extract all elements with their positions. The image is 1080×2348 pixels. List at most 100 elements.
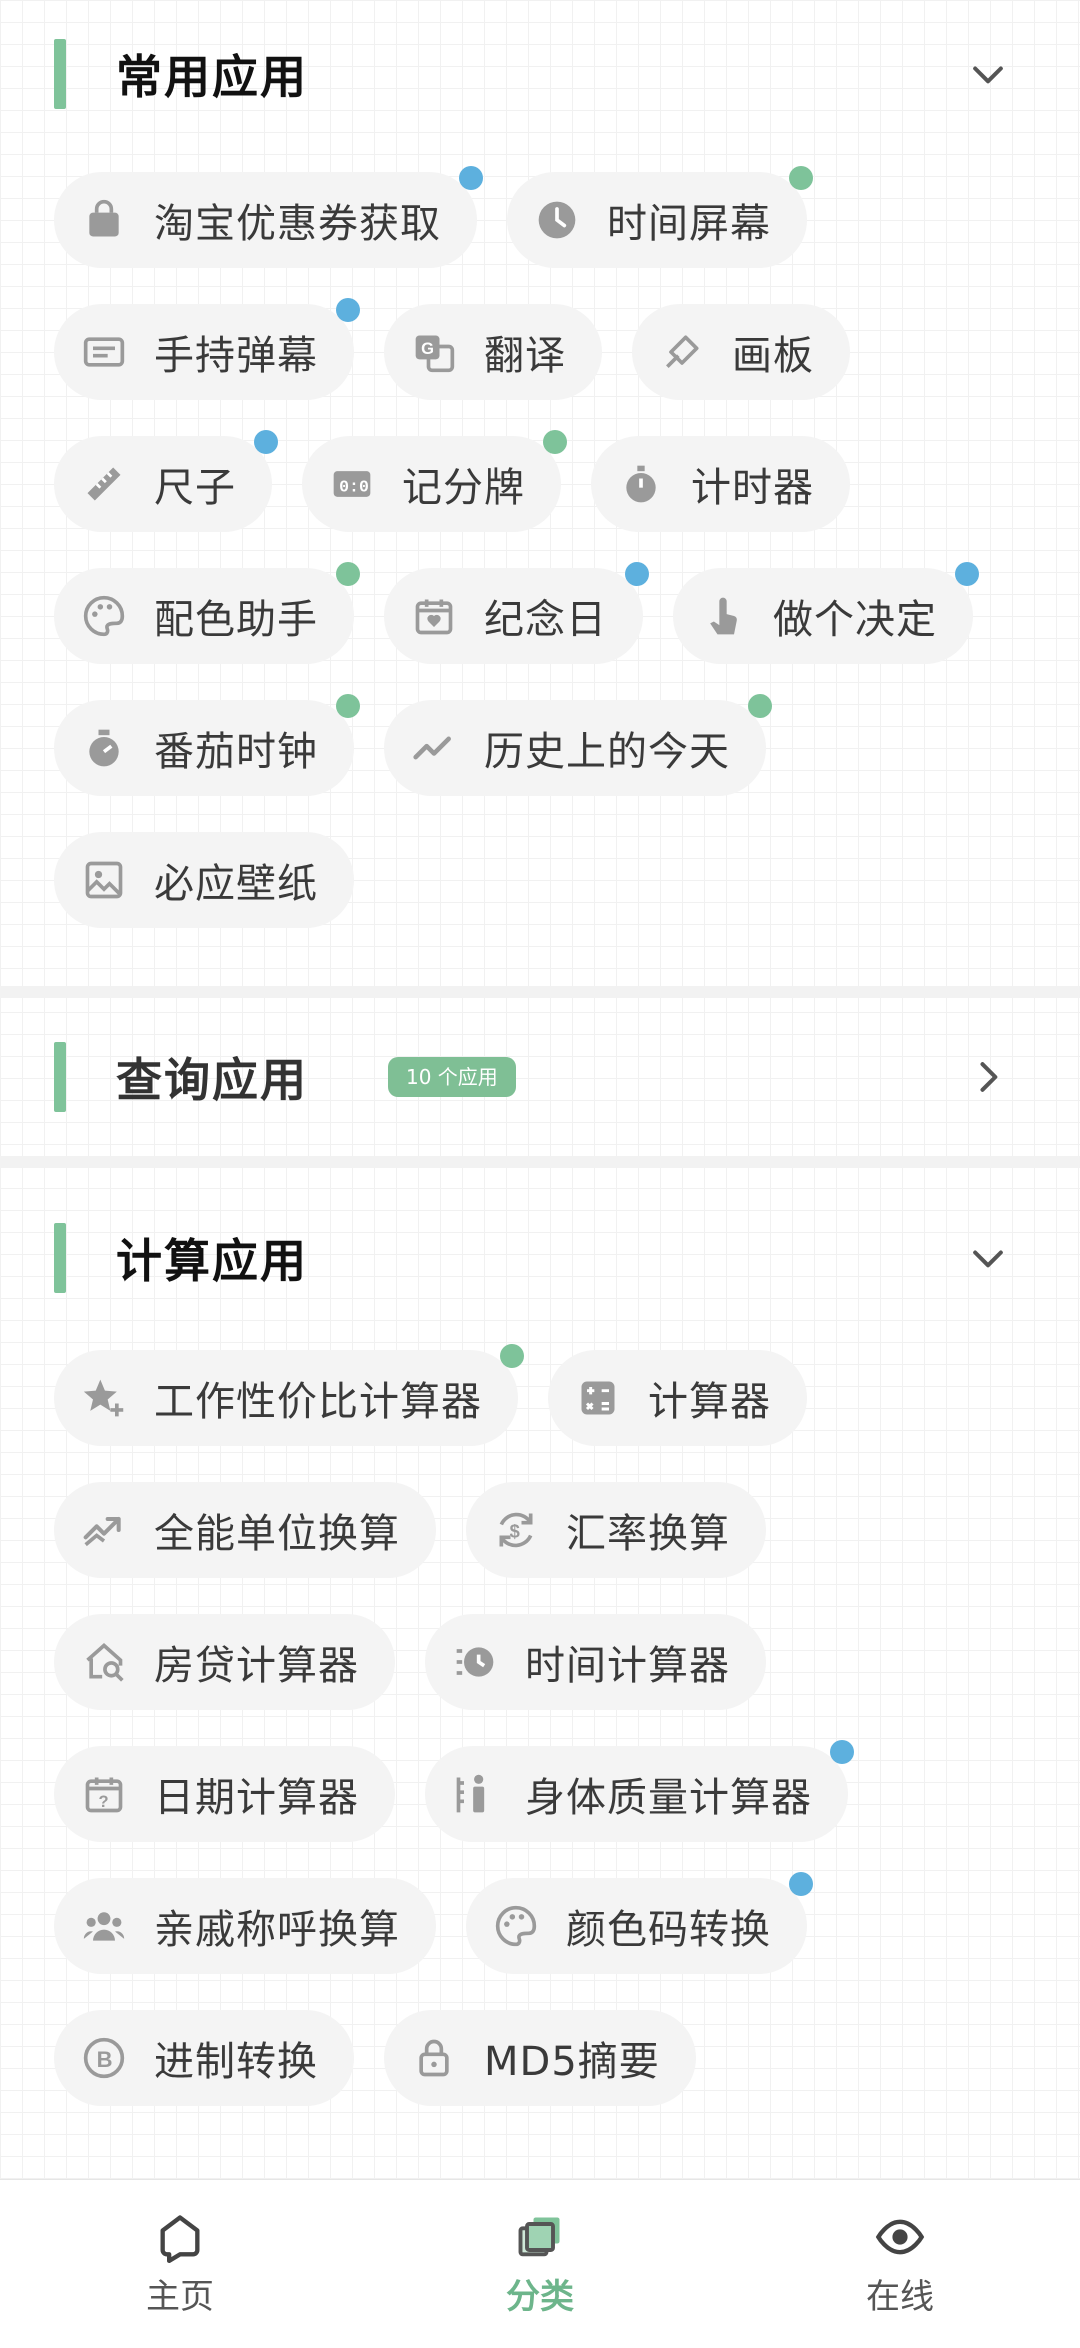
trend-icon xyxy=(413,736,451,760)
tab-online[interactable]: 在线 xyxy=(720,2180,1080,2348)
app-chip[interactable]: 计时器 xyxy=(591,436,850,532)
common-apps-section: 常用应用 淘宝优惠券获取 时间屏幕手持弹幕 G 翻译 画板尺子 0:0 记分牌 计时器配色助手… xyxy=(0,0,1080,986)
app-chip[interactable]: 做个决定 xyxy=(673,562,979,664)
query-apps-section: 查询应用 10 个应用 xyxy=(0,998,1080,1156)
app-chip[interactable]: 尺子 xyxy=(54,430,278,532)
app-chip[interactable]: B 进制转换 xyxy=(54,2010,354,2106)
palette-icon xyxy=(83,595,125,637)
common-apps-header[interactable]: 常用应用 xyxy=(0,4,1080,144)
app-chip-label: 工作性价比计算器 xyxy=(154,1379,482,1425)
chevron-down-icon[interactable] xyxy=(966,1236,1010,1280)
eye-icon xyxy=(875,2219,925,2254)
translate-icon: G xyxy=(415,335,455,373)
app-chip[interactable]: 亲戚称呼换算 xyxy=(54,1878,436,1974)
app-chip[interactable]: 必应壁纸 xyxy=(54,832,354,928)
app-chip-label: 日期计算器 xyxy=(154,1775,359,1821)
app-chip-label: 汇率换算 xyxy=(566,1511,730,1557)
app-chip[interactable]: 画板 xyxy=(632,304,850,400)
currency-exchange-icon: $ xyxy=(499,1512,533,1548)
app-chip[interactable]: 历史上的今天 xyxy=(384,694,772,796)
app-chip[interactable]: 0:0 记分牌 xyxy=(302,430,567,532)
new-indicator-dot xyxy=(748,694,772,718)
app-count-badge: 10 个应用 xyxy=(388,1057,516,1097)
app-chip-label: 时间计算器 xyxy=(525,1643,730,1689)
app-chip-label: 计时器 xyxy=(691,465,814,511)
new-indicator-dot xyxy=(459,166,483,190)
chevron-down-icon[interactable] xyxy=(966,52,1010,96)
common-apps-list: 淘宝优惠券获取 时间屏幕手持弹幕 G 翻译 画板尺子 0:0 记分牌 计时器配色助手 纪念日 做个… xyxy=(0,144,1080,986)
app-chip[interactable]: 身体质量计算器 xyxy=(425,1740,854,1842)
app-chip[interactable]: 颜色码转换 xyxy=(466,1872,813,1974)
app-chip[interactable]: 房贷计算器 xyxy=(54,1614,395,1710)
calc-apps-section: 计算应用 工作性价比计算器 计算器 全能单位换算 $ 汇率换算 房贷计算器 时间计算器? 日期… xyxy=(0,1168,1080,2106)
app-chip-label: 时间屏幕 xyxy=(607,201,771,247)
app-chip[interactable]: G 翻译 xyxy=(384,304,602,400)
new-indicator-dot xyxy=(254,430,278,454)
app-chip-label: 淘宝优惠券获取 xyxy=(154,201,441,247)
app-chip[interactable]: ? 日期计算器 xyxy=(54,1746,395,1842)
svg-text:?: ? xyxy=(99,1793,109,1811)
app-chip[interactable]: MD5摘要 xyxy=(384,2010,696,2106)
bottom-tab-bar: 主页 分类 在线 xyxy=(0,2179,1080,2348)
body-measure-icon xyxy=(456,1774,485,1813)
calendar-question-icon: ? xyxy=(85,1777,123,1813)
section-divider xyxy=(0,1156,1080,1168)
new-indicator-dot xyxy=(789,166,813,190)
unit-convert-icon xyxy=(83,1516,121,1547)
danmaku-icon xyxy=(83,337,125,367)
clock-icon xyxy=(538,201,576,239)
new-indicator-dot xyxy=(336,562,360,586)
svg-text:B: B xyxy=(97,2047,113,2072)
category-icon xyxy=(518,2217,560,2256)
app-chip-label: 尺子 xyxy=(154,465,236,511)
app-chip[interactable]: 纪念日 xyxy=(384,562,649,664)
app-chip[interactable]: 淘宝优惠券获取 xyxy=(54,166,483,268)
app-chip[interactable]: $ 汇率换算 xyxy=(466,1482,766,1578)
tab-category[interactable]: 分类 xyxy=(360,2180,720,2348)
tab-home[interactable]: 主页 xyxy=(0,2180,360,2348)
section-accent-bar xyxy=(54,1042,66,1112)
app-chip[interactable]: 时间屏幕 xyxy=(507,166,813,268)
new-indicator-dot xyxy=(955,562,979,586)
palette-icon xyxy=(495,1905,537,1947)
new-indicator-dot xyxy=(336,694,360,718)
app-chip[interactable]: 计算器 xyxy=(548,1350,807,1446)
app-chip[interactable]: 番茄时钟 xyxy=(54,694,360,796)
people-icon xyxy=(83,1912,125,1941)
section-accent-bar xyxy=(54,1223,66,1293)
ruler-icon xyxy=(87,467,121,501)
new-indicator-dot xyxy=(789,1872,813,1896)
app-chip[interactable]: 时间计算器 xyxy=(425,1614,766,1710)
lock-icon xyxy=(419,2039,449,2077)
scoreboard-icon: 0:0 xyxy=(333,471,371,497)
app-chip-label: MD5摘要 xyxy=(484,2039,660,2085)
calculator-icon xyxy=(581,1381,615,1415)
app-chip[interactable]: 全能单位换算 xyxy=(54,1482,436,1578)
calc-apps-header[interactable]: 计算应用 xyxy=(0,1188,1080,1328)
section-title: 查询应用 xyxy=(116,1053,308,1107)
new-indicator-dot xyxy=(830,1740,854,1764)
app-chip-label: 做个决定 xyxy=(773,597,937,643)
app-chip-label: 颜色码转换 xyxy=(566,1907,771,1953)
section-accent-bar xyxy=(54,39,66,109)
binary-icon: B xyxy=(83,2037,125,2079)
app-chip-label: 番茄时钟 xyxy=(154,729,318,775)
new-indicator-dot xyxy=(625,562,649,586)
new-indicator-dot xyxy=(336,298,360,322)
query-apps-header[interactable]: 查询应用 10 个应用 xyxy=(0,998,1080,1156)
app-chip-label: 必应壁纸 xyxy=(154,861,318,907)
shopping-bag-icon xyxy=(89,199,119,237)
section-title: 计算应用 xyxy=(116,1234,308,1288)
app-chip-label: 画板 xyxy=(732,333,814,379)
brush-icon xyxy=(666,335,699,368)
house-search-icon xyxy=(86,1643,124,1682)
app-chip[interactable]: 手持弹幕 xyxy=(54,298,360,400)
app-chip[interactable]: 配色助手 xyxy=(54,562,360,664)
star-plus-icon xyxy=(83,1379,124,1417)
section-title: 常用应用 xyxy=(116,50,308,104)
timer-icon xyxy=(89,729,119,767)
app-chip[interactable]: 工作性价比计算器 xyxy=(54,1344,524,1446)
clock-history-icon xyxy=(456,1647,494,1677)
svg-text:0:0: 0:0 xyxy=(339,477,369,496)
chevron-right-icon[interactable] xyxy=(966,1055,1010,1099)
